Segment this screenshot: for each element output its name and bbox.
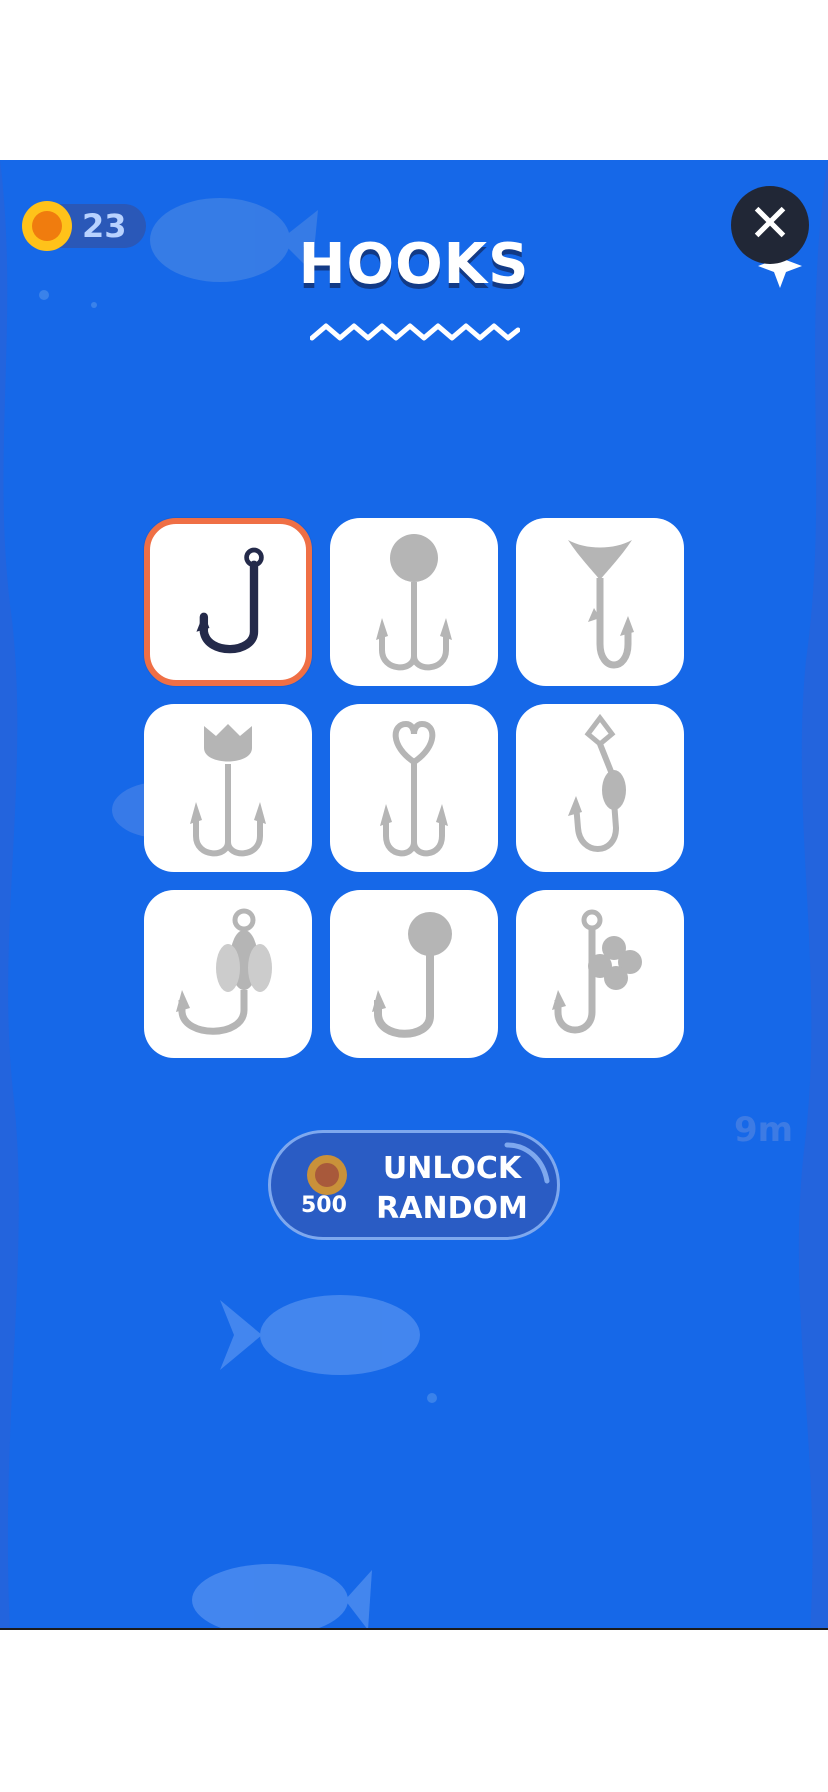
fish-bottom-silhouette xyxy=(192,1564,372,1630)
unlock-label-line2: RANDOM xyxy=(376,1191,528,1226)
hook-slot-6[interactable] xyxy=(516,704,684,872)
hook-slot-9[interactable] xyxy=(516,890,684,1058)
hook-slot-8[interactable] xyxy=(330,890,498,1058)
hook-classic-icon xyxy=(196,547,264,654)
game-screen: 23 ✕ HOOKS 500 UNLOCK RANDOM 9m xyxy=(0,160,828,1630)
zigzag-divider xyxy=(310,323,520,341)
hook-tail-icon xyxy=(568,540,634,669)
depth-label: 9m xyxy=(734,1110,794,1150)
unlock-random-button[interactable]: 500 UNLOCK RANDOM xyxy=(268,1130,560,1240)
hook-fly-icon xyxy=(176,908,272,1035)
hook-slot-5[interactable] xyxy=(330,704,498,872)
hook-slot-1[interactable] xyxy=(144,518,312,686)
fish-striped-silhouette xyxy=(220,1295,420,1375)
hook-ring-bead-icon xyxy=(568,713,626,852)
hook-slot-7[interactable] xyxy=(144,890,312,1058)
hook-jighead-icon xyxy=(372,912,452,1038)
unlock-price: 500 xyxy=(301,1193,347,1218)
hook-slot-3[interactable] xyxy=(516,518,684,686)
hook-tulip-treble-icon xyxy=(190,724,266,857)
progress-arc xyxy=(504,1142,550,1184)
hook-grid xyxy=(144,518,684,1058)
hook-heart-treble-icon xyxy=(380,720,448,857)
hook-slot-2[interactable] xyxy=(330,518,498,686)
page-title: HOOKS xyxy=(298,232,530,297)
coin-icon xyxy=(307,1155,347,1195)
bottom-border xyxy=(0,1628,828,1630)
hook-ball-treble-icon xyxy=(376,534,452,671)
hook-slot-4[interactable] xyxy=(144,704,312,872)
hook-clover-icon xyxy=(552,909,642,1034)
